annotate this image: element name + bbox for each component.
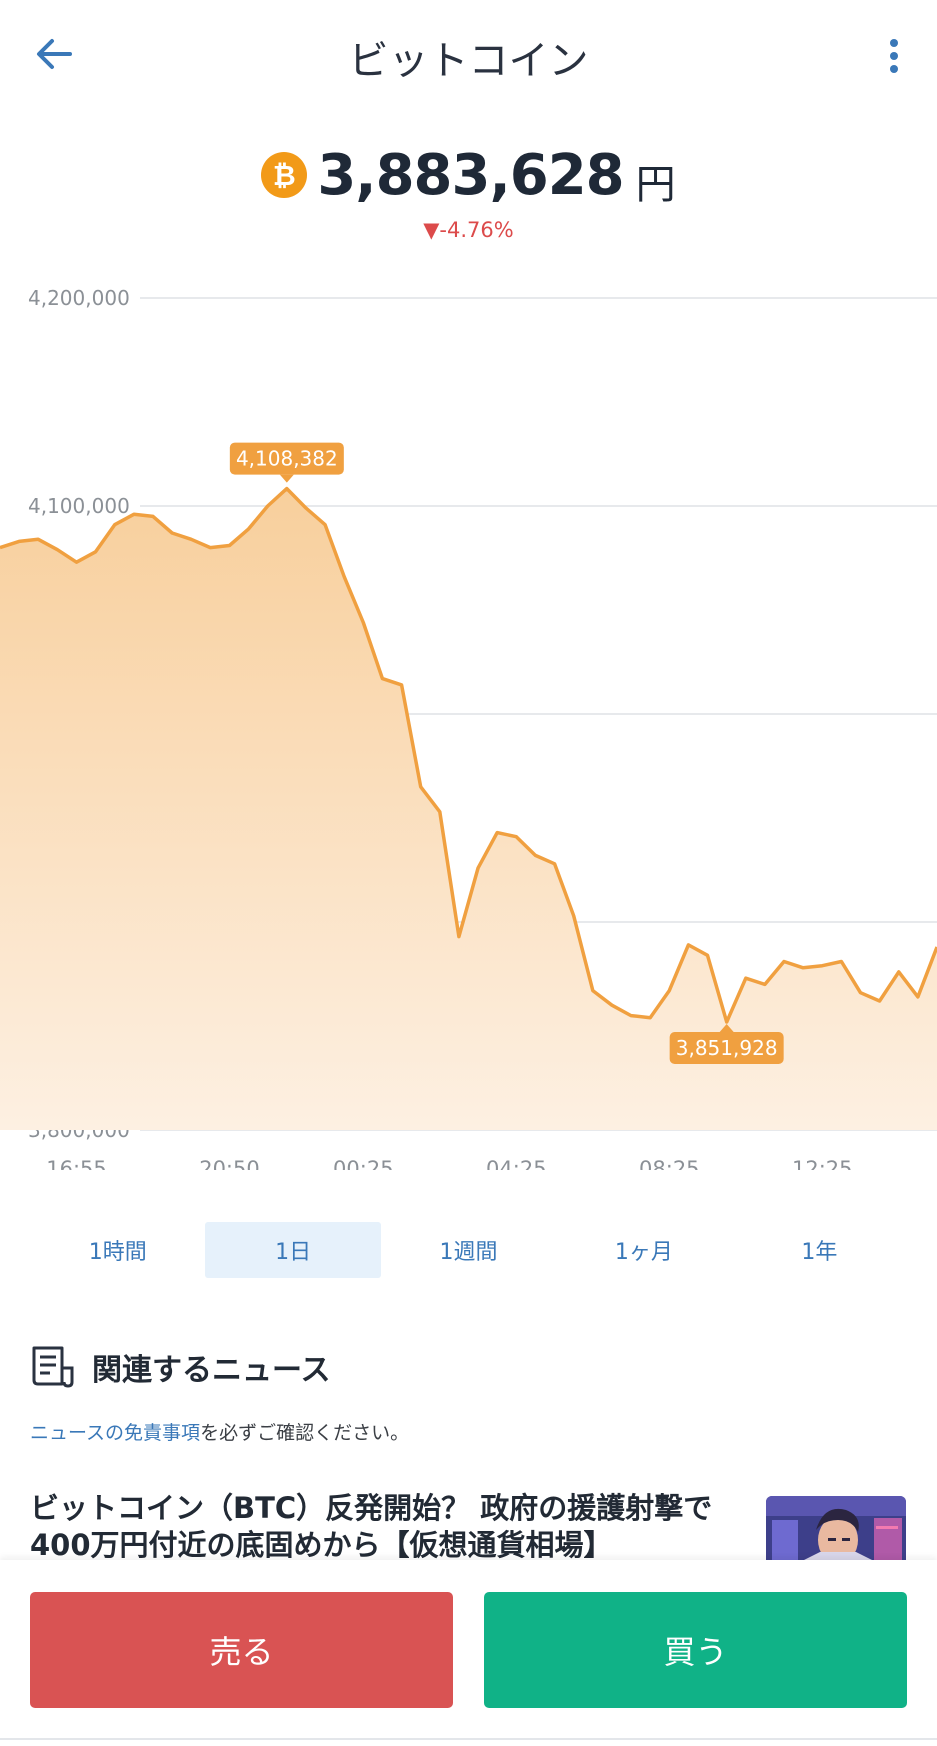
- news-section-title: 関連するニュース: [92, 1353, 331, 1388]
- price-annotation: 4,108,382: [229, 442, 344, 483]
- x-tick-label: 08:25: [639, 1157, 700, 1170]
- price-chart[interactable]: 4,200,0004,100,0004,000,0003,900,0003,80…: [0, 250, 937, 1170]
- x-tick-label: 00:25: [333, 1157, 394, 1170]
- tab-1-month[interactable]: 1ヶ月: [556, 1222, 731, 1278]
- bitcoin-icon: ₿: [261, 152, 308, 198]
- news-thumbnail[interactable]: [766, 1496, 906, 1560]
- page-title: ビットコイン: [348, 38, 589, 84]
- price-unit: 円: [635, 162, 676, 208]
- more-button[interactable]: [876, 34, 912, 78]
- tab-1-week[interactable]: 1週間: [381, 1222, 556, 1278]
- news-disclaimer: ニュースの免責事項を必ずご確認ください。: [30, 1418, 409, 1445]
- price-area: [0, 488, 937, 1131]
- disclaimer-link[interactable]: ニュースの免責事項: [30, 1422, 200, 1444]
- sell-button[interactable]: 売る: [30, 1592, 453, 1708]
- x-tick-label: 12:25: [792, 1157, 853, 1170]
- x-tick-label: 04:25: [486, 1157, 547, 1170]
- news-icon: [32, 1346, 74, 1388]
- y-tick-label: 4,100,000: [28, 494, 130, 518]
- tab-1-year[interactable]: 1年: [732, 1222, 907, 1278]
- news-section-header: 関連するニュース: [30, 1344, 331, 1390]
- price-display: ₿ 3,883,628 円: [0, 140, 937, 210]
- price-change: ▼-4.76%: [423, 218, 514, 242]
- x-tick-label: 20:50: [199, 1157, 260, 1170]
- annotation-label: 3,851,928: [676, 1036, 778, 1060]
- annotation-pointer: [279, 474, 294, 483]
- tab-1-day[interactable]: 1日: [205, 1222, 381, 1278]
- period-tabs: 1時間 1日 1週間 1ヶ月 1年: [30, 1222, 907, 1278]
- tab-1-hour[interactable]: 1時間: [30, 1222, 205, 1278]
- y-tick-label: 4,200,000: [28, 286, 130, 310]
- divider: [0, 1738, 937, 1740]
- buy-button[interactable]: 買う: [484, 1592, 907, 1708]
- current-price: 3,883,628: [317, 142, 624, 208]
- disclaimer-text: を必ずご確認ください。: [200, 1422, 410, 1444]
- more-vertical-icon: [890, 39, 898, 73]
- x-tick-label: 16:55: [46, 1157, 107, 1170]
- news-article-title[interactable]: ビットコイン（BTC）反発開始？ 政府の援護射撃で400万円付近の底固めから【仮…: [30, 1490, 730, 1560]
- annotation-label: 4,108,382: [236, 447, 338, 471]
